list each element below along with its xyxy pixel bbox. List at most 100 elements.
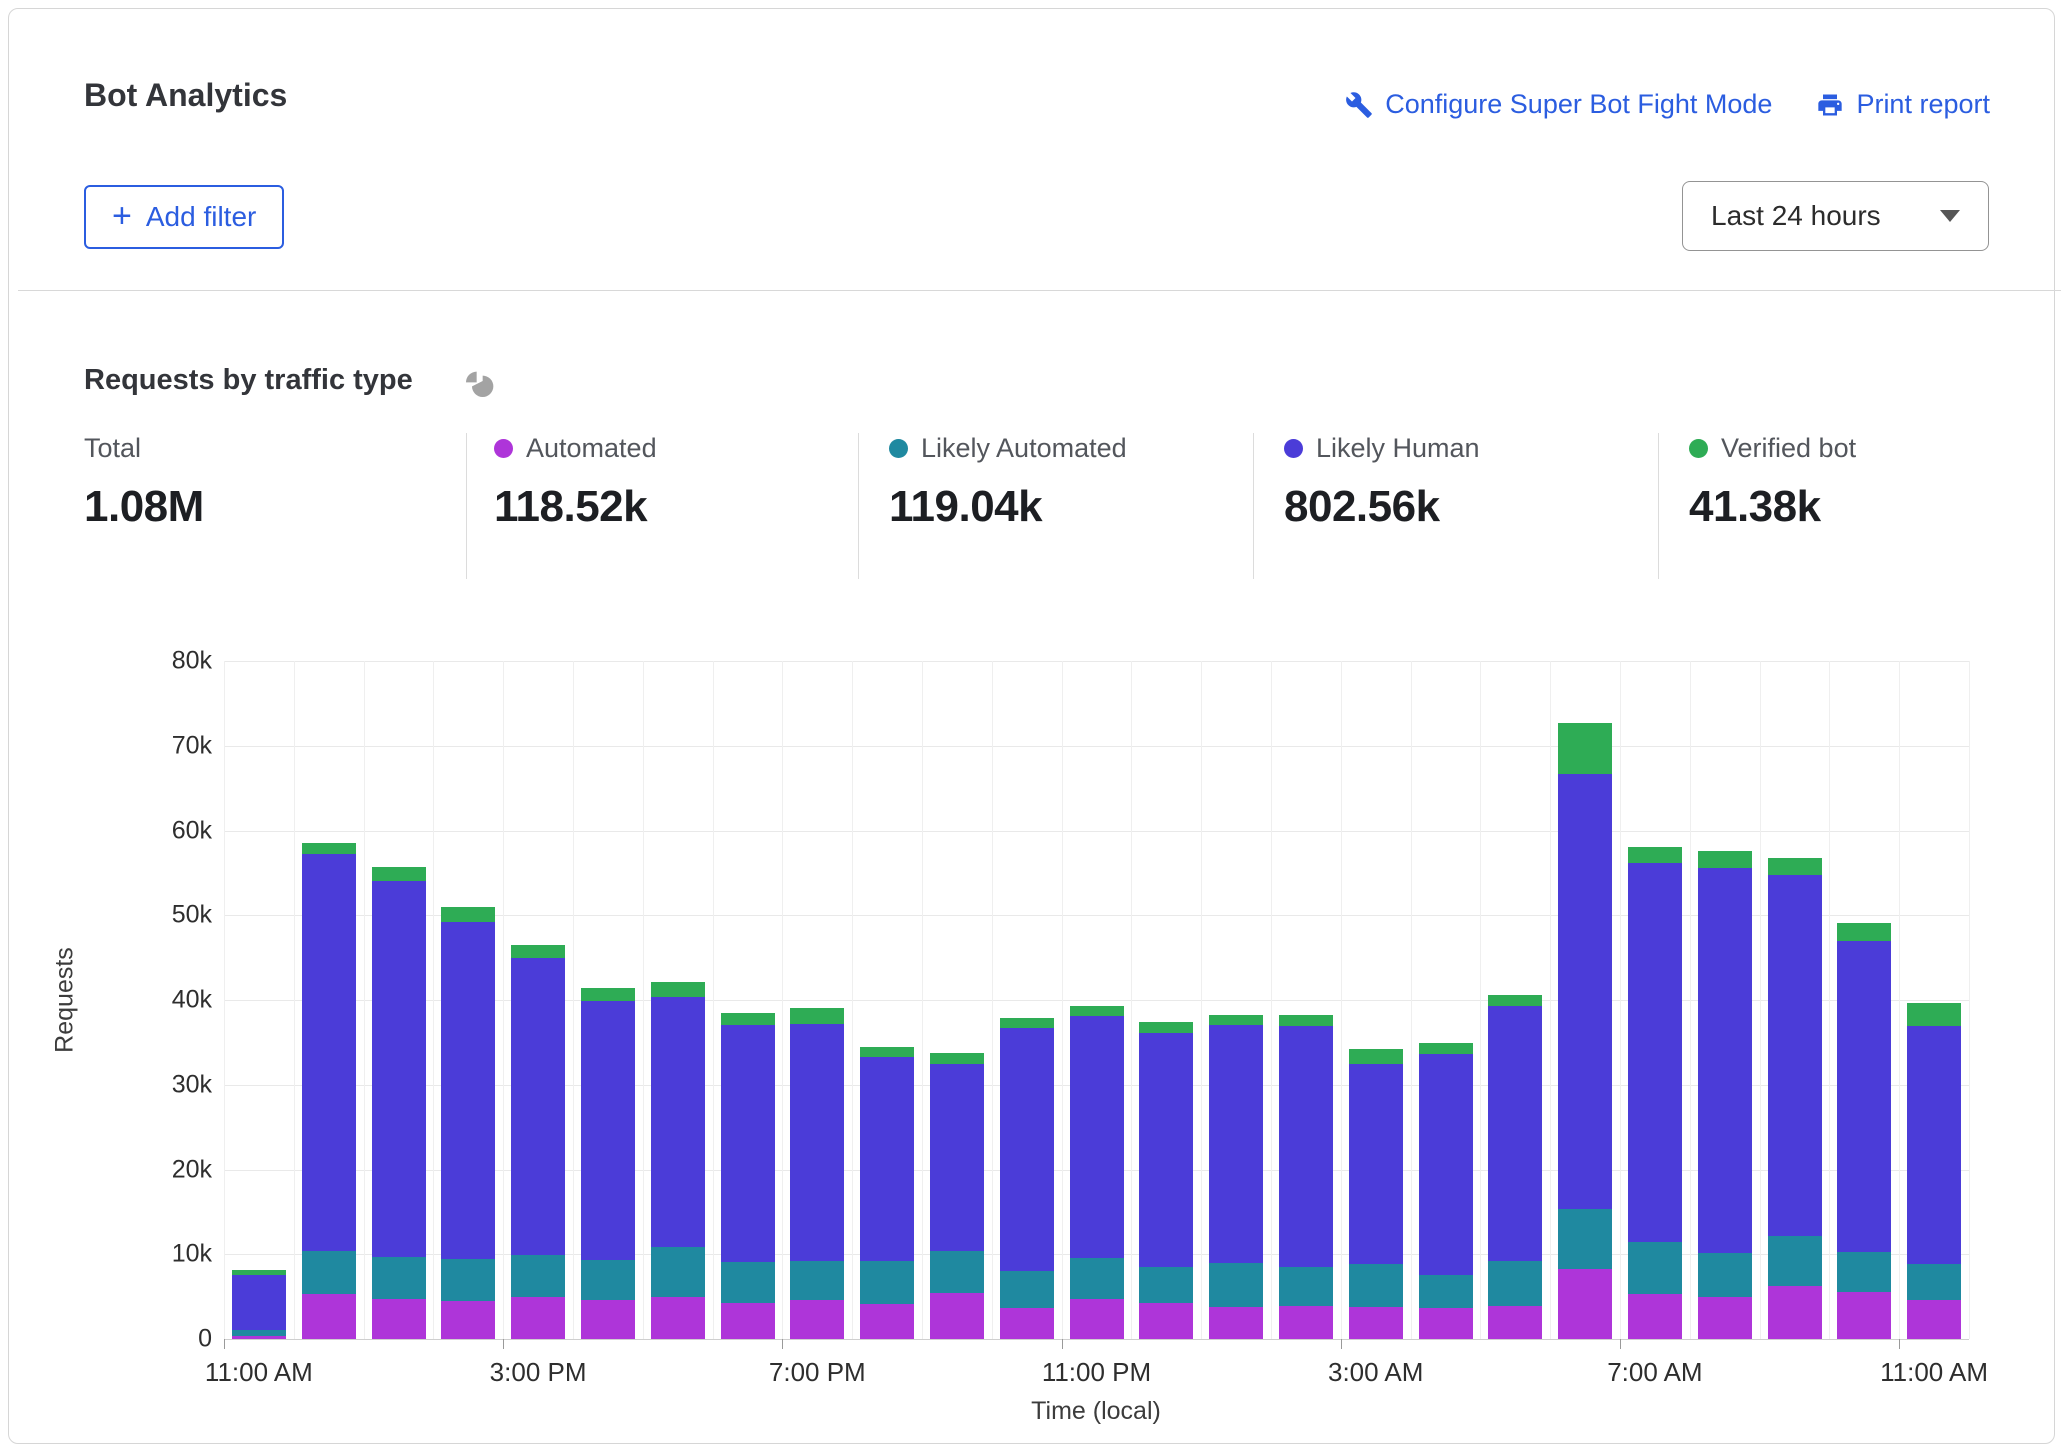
segment-automated xyxy=(790,1300,844,1339)
segment-verified-bot xyxy=(581,988,635,1001)
bar-400pm[interactable] xyxy=(581,988,635,1339)
gridline xyxy=(922,661,923,1339)
gridline xyxy=(992,661,993,1339)
gridline xyxy=(1760,661,1761,1339)
bar-1000am[interactable] xyxy=(1837,923,1891,1339)
bar-500pm[interactable] xyxy=(651,982,705,1339)
bar-400am[interactable] xyxy=(1419,1043,1473,1339)
x-tick-label: 11:00 PM xyxy=(1042,1357,1151,1388)
bar-1200pm[interactable] xyxy=(302,843,356,1339)
segment-verified-bot xyxy=(511,945,565,958)
bar-800pm[interactable] xyxy=(860,1047,914,1339)
segment-likely-automated xyxy=(790,1261,844,1300)
gridline xyxy=(1131,661,1132,1339)
stat-verified-bot-label: Verified bot xyxy=(1721,433,1856,464)
bar-100am[interactable] xyxy=(1209,1015,1263,1339)
stat-divider xyxy=(858,433,859,579)
bar-200pm[interactable] xyxy=(441,907,495,1339)
stat-divider xyxy=(1658,433,1659,579)
printer-icon xyxy=(1816,91,1844,119)
x-tick-label: 3:00 PM xyxy=(490,1357,587,1388)
bar-1100pm[interactable] xyxy=(1070,1006,1124,1339)
bar-600am[interactable] xyxy=(1558,723,1612,1339)
gridline xyxy=(1201,661,1202,1339)
segment-automated xyxy=(1558,1269,1612,1339)
segment-verified-bot xyxy=(1558,723,1612,774)
stat-total-value: 1.08M xyxy=(84,482,204,532)
gridline xyxy=(503,661,504,1339)
segment-likely-automated xyxy=(1000,1271,1054,1307)
add-filter-button[interactable]: + Add filter xyxy=(84,185,284,249)
segment-automated xyxy=(1209,1307,1263,1339)
bar-1000pm[interactable] xyxy=(1000,1018,1054,1339)
segment-likely-automated xyxy=(1139,1267,1193,1303)
segment-likely-human xyxy=(1349,1064,1403,1263)
segment-automated xyxy=(1768,1286,1822,1339)
segment-automated xyxy=(1279,1306,1333,1339)
segment-likely-human xyxy=(721,1025,775,1261)
configure-super-bot-fight-mode-link[interactable]: Configure Super Bot Fight Mode xyxy=(1345,89,1772,120)
print-link-label: Print report xyxy=(1856,89,1990,120)
stat-automated-label: Automated xyxy=(526,433,657,464)
segment-likely-human xyxy=(1698,868,1752,1254)
bar-1100am[interactable] xyxy=(232,1270,286,1339)
segment-likely-automated xyxy=(1419,1275,1473,1308)
stat-automated: Automated 118.52k xyxy=(494,433,657,579)
segment-automated xyxy=(1488,1306,1542,1339)
segment-verified-bot xyxy=(1209,1015,1263,1024)
x-tick xyxy=(1620,1339,1621,1349)
bar-600pm[interactable] xyxy=(721,1013,775,1339)
gridline xyxy=(1341,661,1342,1339)
segment-verified-bot xyxy=(790,1008,844,1023)
segment-verified-bot xyxy=(860,1047,914,1057)
y-axis-title: Requests xyxy=(51,947,80,1053)
bar-700pm[interactable] xyxy=(790,1008,844,1339)
segment-automated xyxy=(930,1293,984,1339)
legend-dot-likely-human xyxy=(1284,439,1303,458)
gridline xyxy=(1271,661,1272,1339)
segment-likely-automated xyxy=(302,1251,356,1294)
segment-automated xyxy=(1349,1307,1403,1339)
legend-dot-verified-bot xyxy=(1689,439,1708,458)
requests-stacked-bar-chart xyxy=(224,661,1969,1339)
segment-verified-bot xyxy=(1070,1006,1124,1016)
y-tick-label: 80k xyxy=(172,647,212,676)
bar-800am[interactable] xyxy=(1698,851,1752,1339)
segment-likely-human xyxy=(441,922,495,1258)
x-tick xyxy=(503,1339,504,1349)
bar-700am[interactable] xyxy=(1628,847,1682,1339)
segment-likely-human xyxy=(1279,1026,1333,1267)
segment-likely-human xyxy=(581,1001,635,1260)
y-tick-label: 0 xyxy=(198,1325,212,1354)
bar-100pm[interactable] xyxy=(372,867,426,1339)
bar-500am[interactable] xyxy=(1488,995,1542,1339)
bar-900pm[interactable] xyxy=(930,1053,984,1339)
segment-likely-automated xyxy=(1209,1263,1263,1307)
y-tick-label: 40k xyxy=(172,986,212,1015)
gridline xyxy=(1550,661,1551,1339)
bar-200am[interactable] xyxy=(1279,1015,1333,1339)
bar-1200am[interactable] xyxy=(1139,1022,1193,1339)
gridline xyxy=(224,746,1969,747)
x-tick-label: 11:00 AM xyxy=(1880,1357,1988,1388)
time-range-value: Last 24 hours xyxy=(1711,200,1881,232)
bar-300am[interactable] xyxy=(1349,1049,1403,1339)
stat-total: Total 1.08M xyxy=(84,433,204,579)
plus-icon: + xyxy=(112,199,132,233)
stat-automated-value: 118.52k xyxy=(494,482,657,532)
add-filter-label: Add filter xyxy=(146,201,257,233)
segment-likely-automated xyxy=(1070,1258,1124,1300)
segment-automated xyxy=(1139,1303,1193,1339)
stat-verified-bot: Verified bot 41.38k xyxy=(1689,433,1856,579)
bar-1100am[interactable] xyxy=(1907,1003,1961,1339)
bar-300pm[interactable] xyxy=(511,945,565,1339)
segment-verified-bot xyxy=(1907,1003,1961,1026)
gridline xyxy=(782,661,783,1339)
time-range-select[interactable]: Last 24 hours xyxy=(1682,181,1989,251)
gridline xyxy=(1411,661,1412,1339)
stat-verified-bot-value: 41.38k xyxy=(1689,482,1856,532)
bar-900am[interactable] xyxy=(1768,858,1822,1339)
segment-likely-automated xyxy=(1488,1261,1542,1306)
print-report-link[interactable]: Print report xyxy=(1816,89,1990,120)
pie-chart-icon xyxy=(464,369,496,406)
